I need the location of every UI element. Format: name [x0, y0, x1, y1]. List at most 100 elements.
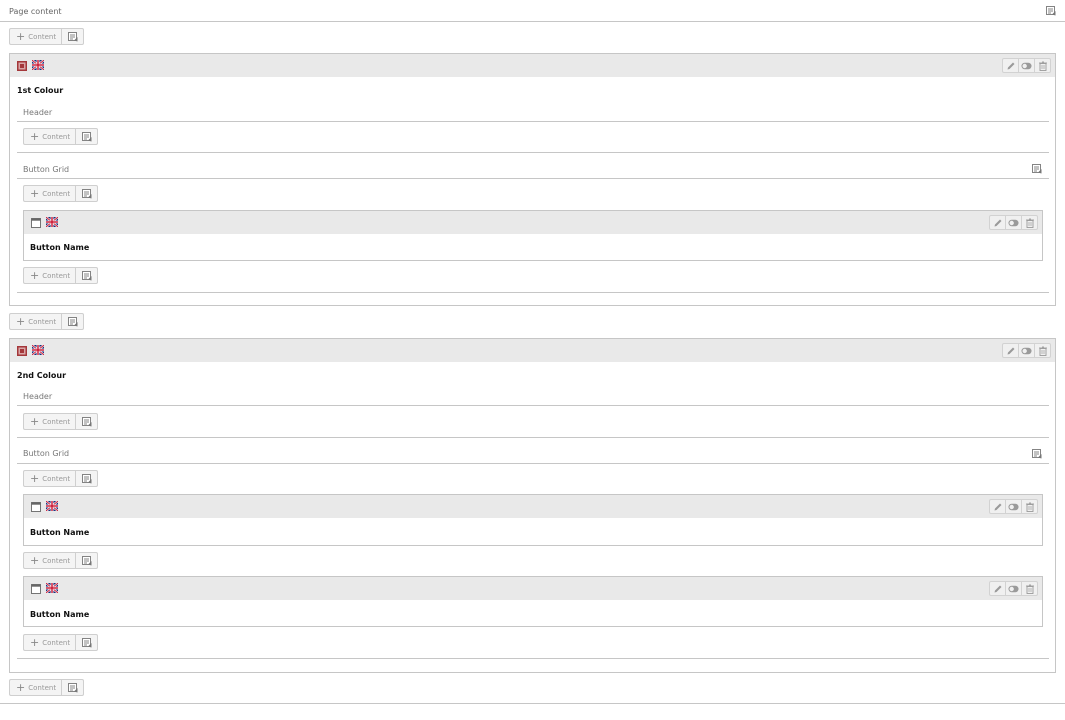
content-element-icon: [31, 218, 41, 230]
add-content-button[interactable]: + Content: [23, 470, 75, 487]
element-header-bar: [24, 577, 1042, 600]
trash-icon: [1025, 218, 1035, 228]
paste-button[interactable]: [75, 185, 98, 202]
column-divider: [17, 463, 1049, 464]
element-header-bar: [24, 211, 1042, 234]
button-element: [23, 210, 1043, 261]
content-element-icon: [31, 584, 41, 596]
element-actions: [1002, 343, 1051, 358]
plus-icon: +: [30, 636, 40, 649]
paste-icon: [82, 132, 92, 142]
edit-button[interactable]: [989, 215, 1006, 230]
uk-flag-icon: [46, 501, 58, 513]
add-content-bar: + Content: [23, 552, 98, 569]
column-divider: [17, 437, 1049, 438]
paste-icon: [68, 317, 78, 327]
toggle-visibility-button[interactable]: [1005, 215, 1022, 230]
column-divider: [17, 405, 1049, 406]
element-title: 1st Colour: [17, 86, 64, 95]
add-content-button[interactable]: + Content: [9, 679, 61, 696]
element-header-bar: [10, 339, 1055, 362]
paste-icon[interactable]: [1046, 6, 1056, 18]
plus-icon: +: [30, 187, 40, 200]
paste-icon[interactable]: [1032, 164, 1042, 176]
trash-icon: [1025, 584, 1035, 594]
edit-button[interactable]: [989, 581, 1006, 596]
pencil-icon: [993, 218, 1003, 228]
plus-icon: +: [16, 30, 26, 43]
toggle-visibility-button[interactable]: [1018, 343, 1035, 358]
add-content-button[interactable]: + Content: [23, 267, 75, 284]
page-bottom-divider: [0, 703, 1065, 704]
add-content-button[interactable]: + Content: [23, 413, 75, 430]
column-divider: [17, 658, 1049, 659]
paste-button[interactable]: [75, 470, 98, 487]
paste-icon: [68, 32, 78, 42]
grid-container-element: [9, 53, 1056, 306]
paste-button[interactable]: [75, 128, 98, 145]
paste-button[interactable]: [61, 679, 84, 696]
edit-button[interactable]: [989, 499, 1006, 514]
edit-button[interactable]: [1002, 58, 1019, 73]
add-content-bar: + Content: [23, 470, 98, 487]
paste-icon: [82, 638, 92, 648]
plus-icon: +: [30, 130, 40, 143]
add-content-bar: + Content: [9, 28, 84, 45]
add-content-button[interactable]: + Content: [23, 185, 75, 202]
delete-button[interactable]: [1034, 58, 1051, 73]
column-divider: [17, 121, 1049, 122]
plus-icon: +: [30, 472, 40, 485]
paste-icon: [82, 474, 92, 484]
add-content-button[interactable]: + Content: [23, 634, 75, 651]
delete-button[interactable]: [1021, 499, 1038, 514]
paste-icon[interactable]: [1032, 449, 1042, 461]
add-content-bar: + Content: [23, 185, 98, 202]
paste-button[interactable]: [61, 313, 84, 330]
element-title: Button Name: [30, 528, 90, 537]
toggle-visibility-button[interactable]: [1005, 499, 1022, 514]
paste-icon: [82, 556, 92, 566]
add-content-bar: + Content: [9, 313, 84, 330]
column-label: Button Grid: [23, 449, 70, 458]
element-actions: [989, 215, 1038, 230]
toggle-visibility-button[interactable]: [1005, 581, 1022, 596]
column-divider: [17, 292, 1049, 293]
add-content-button[interactable]: + Content: [23, 552, 75, 569]
trash-icon: [1038, 61, 1048, 71]
add-content-button[interactable]: + Content: [23, 128, 75, 145]
edit-button[interactable]: [1002, 343, 1019, 358]
column-label: Header: [23, 392, 53, 401]
page-title: Page content: [9, 7, 62, 16]
delete-button[interactable]: [1021, 215, 1038, 230]
toggle-visibility-icon: [1008, 219, 1019, 227]
add-content-bar: + Content: [23, 634, 98, 651]
toggle-visibility-button[interactable]: [1018, 58, 1035, 73]
element-title: 2nd Colour: [17, 371, 67, 380]
delete-button[interactable]: [1034, 343, 1051, 358]
add-content-button[interactable]: + Content: [9, 28, 61, 45]
add-content-button[interactable]: + Content: [9, 313, 61, 330]
add-content-bar: + Content: [9, 679, 84, 696]
pencil-icon: [1006, 61, 1016, 71]
delete-button[interactable]: [1021, 581, 1038, 596]
plus-icon: +: [16, 681, 26, 694]
element-actions: [989, 499, 1038, 514]
element-title: Button Name: [30, 243, 90, 252]
uk-flag-icon: [32, 345, 44, 357]
paste-icon: [82, 417, 92, 427]
content-element-icon: [31, 502, 41, 514]
toggle-visibility-icon: [1008, 585, 1019, 593]
paste-button[interactable]: [61, 28, 84, 45]
paste-button[interactable]: [75, 413, 98, 430]
column-divider: [17, 178, 1049, 179]
paste-icon: [82, 189, 92, 199]
paste-button[interactable]: [75, 634, 98, 651]
paste-button[interactable]: [75, 552, 98, 569]
uk-flag-icon: [46, 217, 58, 229]
pencil-icon: [993, 584, 1003, 594]
toggle-visibility-icon: [1008, 503, 1019, 511]
paste-button[interactable]: [75, 267, 98, 284]
element-header-bar: [24, 495, 1042, 518]
column-label: Header: [23, 108, 53, 117]
trash-icon: [1038, 346, 1048, 356]
